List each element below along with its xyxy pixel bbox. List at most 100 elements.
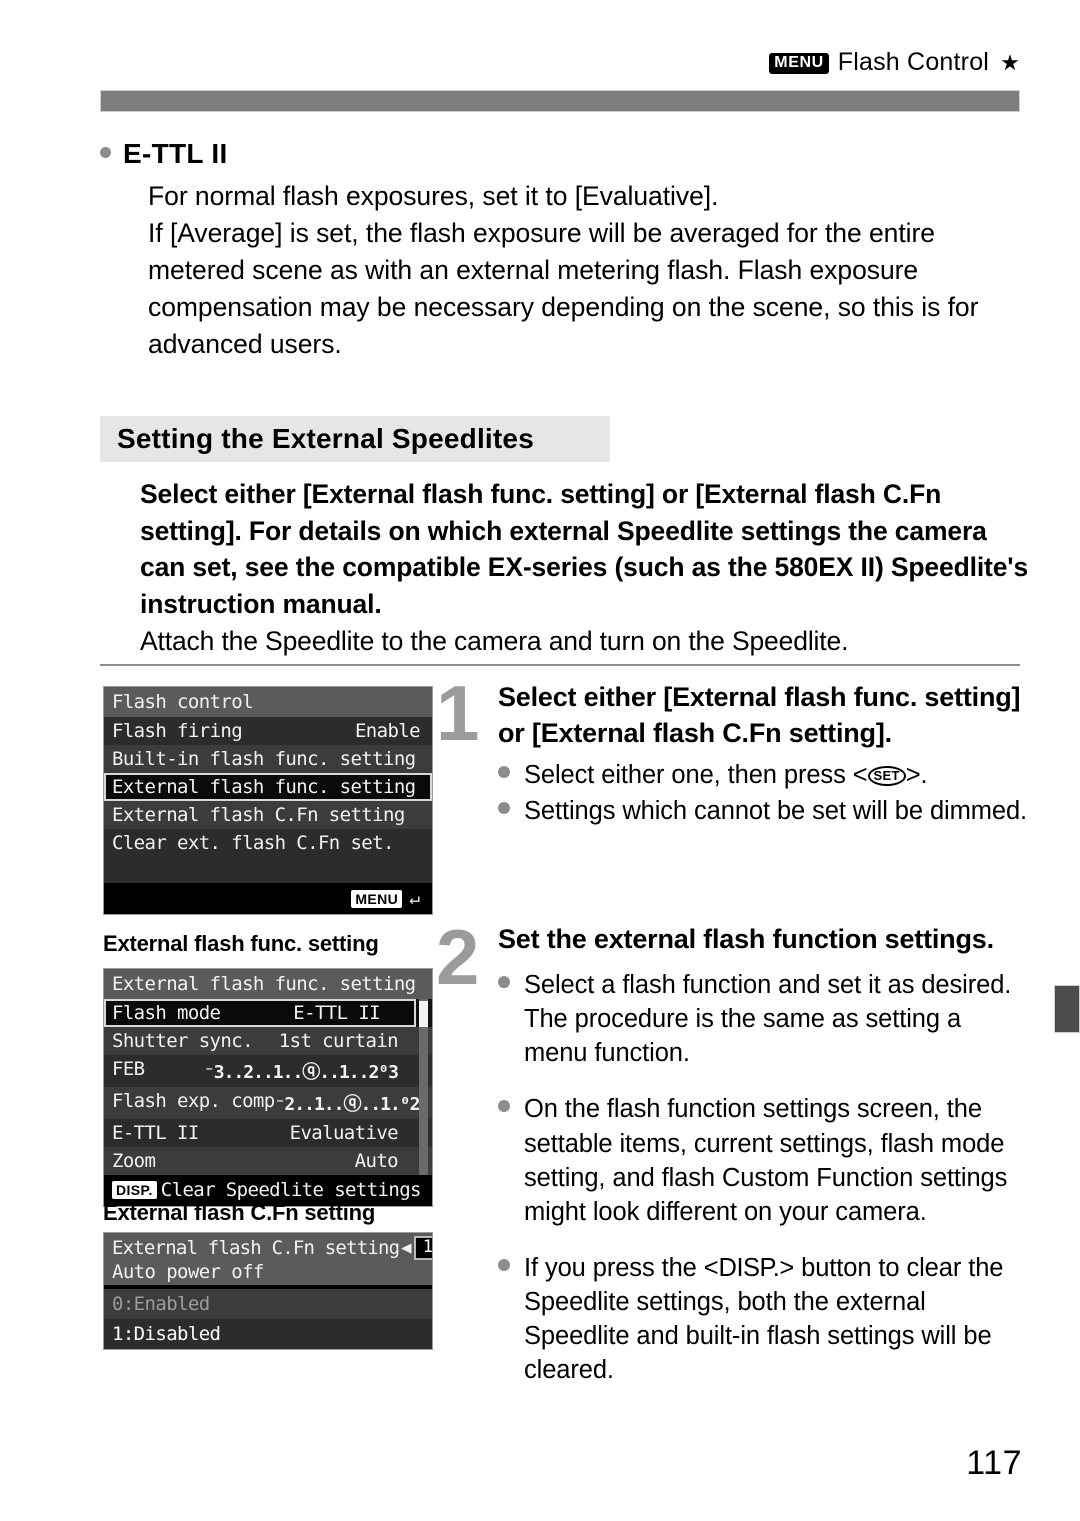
lcd-row[interactable]: Flash exp. comp ⁻2..1..ⓠ..1.⁰2 — [104, 1087, 432, 1119]
side-tab-marker — [1054, 985, 1080, 1033]
lcd-row[interactable]: Zoom Auto — [104, 1147, 432, 1175]
bullet-text-pre: If you press the < — [524, 1254, 719, 1282]
intro-heading: E-TTL II — [123, 138, 228, 169]
lcd-option-row-selected[interactable]: 1:Disabled — [104, 1318, 432, 1349]
list-item-text: Settings which cannot be set will be dim… — [524, 796, 1028, 825]
lcd-row-value: E-TTL II — [293, 1002, 380, 1024]
lcd-row-label: FEB — [112, 1058, 145, 1080]
bullet-dot-icon — [498, 765, 510, 778]
list-item: On the flash function settings screen, t… — [498, 1092, 1030, 1229]
lcd-row-label: Built-in flash func. setting — [112, 748, 416, 770]
set-button-icon: SET — [867, 765, 906, 786]
bullet-dot-icon — [498, 1259, 510, 1271]
lcd-screen-func-setting: External flash func. setting Flash mode … — [103, 968, 433, 1207]
step-body: Set the external flash function settings… — [498, 922, 1030, 1388]
step-title: Set the external flash function settings… — [498, 924, 994, 954]
lcd-header: External flash C.Fn setting ◀ 1 ▶ Auto p… — [104, 1233, 432, 1285]
list-item-text: Select a flash function and set it as de… — [524, 970, 1012, 1068]
lcd-row-value: Auto — [354, 1150, 399, 1172]
lcd-row[interactable]: Built-in flash func. setting — [104, 745, 432, 773]
lcd-spacer — [104, 857, 432, 883]
lcd-row-value: Enable — [354, 720, 421, 742]
lcd-row[interactable]: FEB ⁻3..2..1..ⓠ..1..2⁰3 — [104, 1055, 432, 1087]
lcd-row[interactable]: E-TTL II Evaluative — [104, 1119, 432, 1147]
bullet-dot-icon — [498, 801, 510, 814]
lcd-row-label: Clear ext. flash C.Fn set. — [112, 832, 394, 854]
lcd-row-label: Flash firing — [112, 720, 243, 742]
list-item: If you press the <DISP.> button to clear… — [498, 1251, 1030, 1388]
lcd-row-label: External flash func. setting — [112, 776, 416, 798]
running-header: MENU Flash Control ★ — [769, 48, 1020, 77]
section-lead: Select either [External flash func. sett… — [140, 476, 1030, 659]
lcd-row[interactable]: Clear ext. flash C.Fn set. — [104, 829, 432, 857]
bullet-dot-icon — [498, 1100, 510, 1113]
intro-line-1: For normal flash exposures, set it to [E… — [148, 181, 719, 211]
step-number: 1 — [436, 669, 480, 757]
cfn-number-box: 1 — [413, 1236, 432, 1260]
return-arrow-icon: ↵ — [409, 888, 420, 909]
chevron-left-icon[interactable]: ◀ — [401, 1238, 411, 1258]
intro-line-2: If [Average] is set, the flash exposure … — [148, 218, 979, 360]
list-item-text: Select either one, then press < SET >. — [524, 758, 928, 792]
lcd-row-label: Zoom — [112, 1150, 156, 1172]
bullet-text-post: >. — [905, 760, 928, 789]
lcd-footer: MENU ↵ — [104, 883, 432, 914]
section-lead-plain: Attach the Speedlite to the camera and t… — [140, 625, 849, 656]
caption-external-flash-cfn-setting: External flash C.Fn setting — [103, 1200, 376, 1225]
caption-external-flash-func-setting: External flash func. setting — [103, 931, 379, 956]
lcd-footer-label: Clear Speedlite settings — [160, 1179, 422, 1201]
lcd-title: External flash func. setting — [104, 969, 432, 999]
horizontal-rule — [100, 664, 1020, 666]
lcd-subtitle: Auto power off — [112, 1260, 264, 1283]
star-icon: ★ — [1000, 49, 1020, 75]
lcd-row-selected[interactable]: Flash mode E-TTL II — [104, 999, 416, 1027]
lcd-row[interactable]: External flash C.Fn setting — [104, 801, 432, 829]
intro-heading-row: E-TTL II — [100, 138, 1030, 170]
lcd-screen-flash-control: Flash control Flash firing Enable Built-… — [103, 686, 433, 915]
disp-button-icon: DISP. — [112, 1181, 157, 1199]
lcd-title-row: External flash C.Fn setting ◀ 1 ▶ — [112, 1236, 432, 1260]
step-1: 1 Select either [External flash func. se… — [436, 669, 1030, 830]
lcd-row-label: Shutter sync. — [112, 1030, 254, 1052]
step-title: Select either [External flash func. sett… — [498, 682, 1021, 748]
section-lead-bold: Select either [External flash func. sett… — [140, 479, 1029, 620]
lcd-row-value: ⁻3..2..1..ⓠ..1..2⁰3 — [203, 1062, 399, 1083]
disp-button-icon: DISP. — [718, 1254, 780, 1282]
list-item: Settings which cannot be set will be dim… — [498, 794, 1030, 828]
bullet-text-pre: Select either one, then press < — [524, 760, 868, 789]
list-item-text: On the flash function settings screen, t… — [524, 1095, 1008, 1226]
running-header-title: Flash Control — [837, 48, 990, 76]
step-number: 2 — [436, 913, 480, 1001]
lcd-title: External flash C.Fn setting — [112, 1236, 400, 1259]
lcd-row[interactable]: Shutter sync. 1st curtain — [104, 1027, 432, 1055]
intro-section: E-TTL II For normal flash exposures, set… — [100, 138, 1030, 363]
lcd-row-label: Flash exp. comp — [112, 1090, 275, 1112]
step-body: Select either [External flash func. sett… — [498, 680, 1030, 828]
lcd-body: Flash mode E-TTL II Shutter sync. 1st cu… — [104, 999, 432, 1175]
lcd-row-value: Evaluative — [289, 1122, 399, 1144]
list-item: Select either one, then press < SET >. — [498, 758, 1030, 792]
lcd-row[interactable]: Flash firing Enable — [104, 717, 432, 745]
bullet-dot-icon — [498, 975, 510, 988]
lcd-screen-cfn-setting: External flash C.Fn setting ◀ 1 ▶ Auto p… — [103, 1232, 433, 1350]
step-2: 2 Set the external flash function settin… — [436, 913, 1030, 1410]
step-bullet-list: Select either one, then press < SET >. Set… — [498, 758, 1030, 828]
lcd-row-value: ⁻2..1..ⓠ..1.⁰2 — [274, 1094, 421, 1115]
section-title: Setting the External Speedlites — [100, 416, 610, 462]
page-number: 117 — [966, 1444, 1022, 1482]
lcd-row-label: External flash C.Fn setting — [112, 804, 405, 826]
lcd-row-value: 1st curtain — [278, 1030, 399, 1052]
lcd-title: Flash control — [104, 687, 432, 717]
lcd-row-label: E-TTL II — [112, 1122, 199, 1144]
intro-body: For normal flash exposures, set it to [E… — [148, 178, 1030, 363]
lcd-row-selected[interactable]: External flash func. setting — [104, 773, 432, 801]
menu-button-icon: MENU — [351, 889, 403, 908]
bullet-dot-icon — [100, 147, 111, 158]
list-item: Select a flash function and set it as de… — [498, 968, 1030, 1070]
header-divider-bar — [100, 90, 1020, 112]
scrollbar-thumb[interactable] — [419, 1001, 428, 1027]
list-item-text: If you press the <DISP.> button to clear… — [524, 1251, 1030, 1388]
step-bullet-list: Select a flash function and set it as de… — [498, 968, 1030, 1388]
lcd-row-label: Flash mode — [112, 1002, 221, 1024]
lcd-option-row[interactable]: 0:Enabled — [104, 1288, 432, 1319]
